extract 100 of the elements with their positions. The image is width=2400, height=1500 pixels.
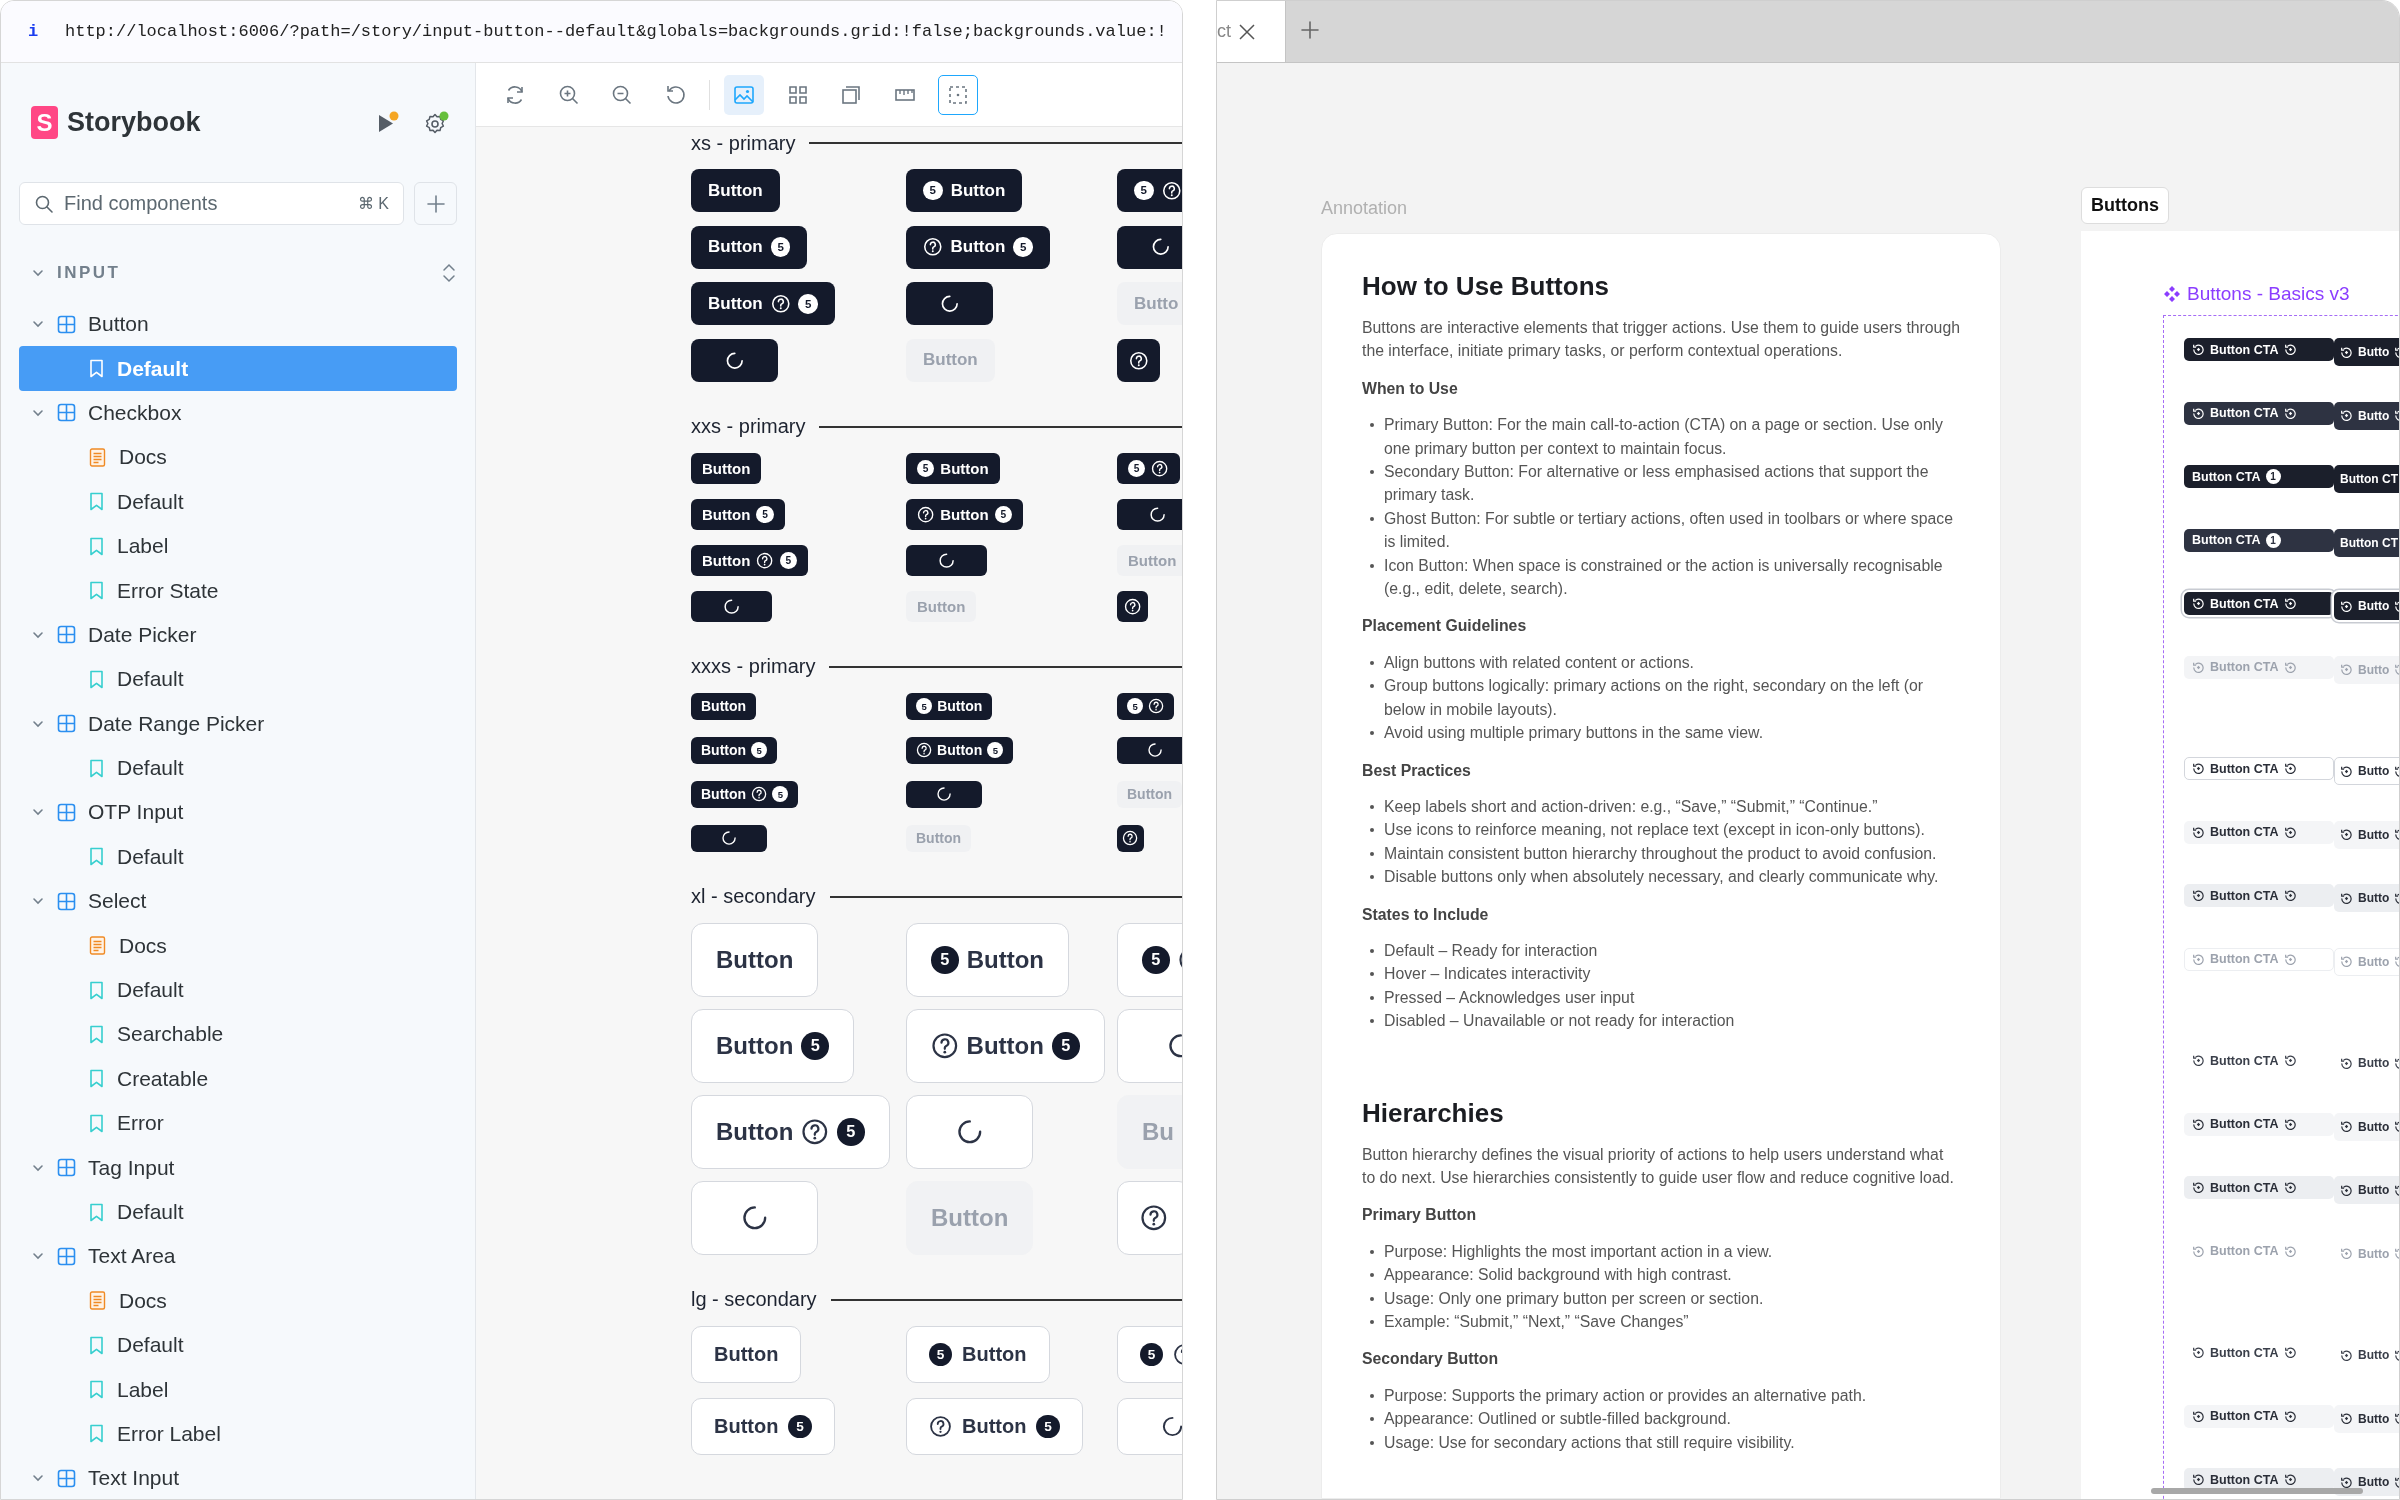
tree-item[interactable]: Default: [19, 1189, 457, 1235]
sample-button[interactable]: Button 5: [906, 1397, 1083, 1455]
cta-button[interactable]: Butto: [2334, 820, 2399, 849]
tree-item[interactable]: Default: [19, 967, 457, 1013]
sample-button[interactable]: Button: [691, 452, 762, 484]
sample-button[interactable]: Button 5: [906, 498, 1023, 530]
frame-label[interactable]: Buttons: [2081, 187, 2169, 224]
tree-item[interactable]: Tag Input: [19, 1145, 457, 1190]
cta-button[interactable]: Button CTA: [2184, 1404, 2334, 1428]
tree-item[interactable]: Default: [19, 1323, 457, 1368]
sample-button[interactable]: Button 5: [691, 498, 785, 530]
cta-button[interactable]: Button CTA: [2184, 338, 2334, 361]
search-field[interactable]: Find components ⌘ K: [19, 182, 404, 225]
sample-button[interactable]: 5 Button: [906, 452, 1000, 484]
tree-item[interactable]: Error: [19, 1101, 457, 1146]
sample-button[interactable]: 5 Button: [906, 922, 1070, 997]
cta-button[interactable]: Button CTA: [2184, 757, 2334, 780]
cta-button[interactable]: Button CTA 1: [2184, 465, 2334, 488]
tree-item[interactable]: Creatable: [19, 1056, 457, 1102]
paragraph: Button hierarchy defines the visual priority of actions to help users understand what to do next. Use hierarchies consistently to guide user flow and reduce cognitive load.: [1362, 1144, 1955, 1188]
tree-item[interactable]: Checkbox: [19, 390, 457, 436]
bullet-item: Avoid using multiple primary buttons in the same view.: [1362, 721, 1960, 745]
sample-button[interactable]: Button: [691, 169, 780, 212]
sample-button[interactable]: 5: [1117, 692, 1175, 720]
bullet-item: Ghost Button: For subtle or tertiary actions, often used in toolbars or where space is limited.: [1362, 506, 1960, 554]
cta-button[interactable]: Button CTA 1: [2184, 528, 2334, 552]
sample-button[interactable]: 5 Button: [906, 169, 1023, 212]
cta-button[interactable]: Butto: [2334, 1404, 2399, 1433]
tree-item[interactable]: Default: [19, 479, 457, 524]
tree-item[interactable]: Docs: [19, 1278, 457, 1323]
tree-item[interactable]: Docs: [19, 435, 457, 480]
sample-button[interactable]: Button: [691, 1325, 802, 1383]
tree-item[interactable]: Default: [19, 834, 457, 880]
count-badge: 5: [929, 1342, 953, 1366]
count-badge: 5: [916, 698, 933, 715]
cta-button[interactable]: Button CTA: [2184, 401, 2334, 425]
tree-item[interactable]: Date Range Picker: [19, 701, 457, 746]
cta-button[interactable]: Button CTA: [2184, 1049, 2334, 1072]
tree-item[interactable]: Select: [19, 879, 457, 924]
sample-button[interactable]: Button 5: [691, 736, 778, 764]
tree-item[interactable]: Date Picker: [19, 612, 457, 658]
sample-button[interactable]: Button 5: [906, 225, 1050, 269]
tree-item[interactable]: Text Input: [19, 1456, 457, 1499]
cta-button[interactable]: Button CTA: [2184, 1341, 2334, 1364]
cta-button[interactable]: Butto: [2334, 1468, 2399, 1496]
count-badge: 5: [772, 786, 789, 803]
sample-button[interactable]: Button 5: [691, 1094, 890, 1169]
cta-button[interactable]: Button CTA: [2184, 820, 2334, 844]
tree-item[interactable]: Searchable: [19, 1012, 457, 1057]
tree-item[interactable]: Docs: [19, 923, 457, 968]
count-badge: 5: [1134, 180, 1154, 201]
tree-item[interactable]: Error Label: [19, 1411, 457, 1457]
tree-item[interactable]: Default: [19, 657, 457, 702]
address-text[interactable]: http://localhost:6006/?path=/story/input-button--default&globals=backgrounds.grid:!false;backgrounds.value:!: [65, 22, 1167, 41]
cta-button[interactable]: Butto: [2334, 401, 2399, 430]
sample-button[interactable]: 5: [1117, 922, 1182, 997]
sample-button[interactable]: Button 5: [691, 1397, 835, 1455]
sample-button[interactable]: Button 5: [691, 1008, 855, 1083]
bullet-item: Disabled – Unavailable or not ready for interaction: [1362, 1009, 1960, 1033]
cta-button[interactable]: Button CTA: [2184, 1112, 2334, 1136]
tree-item[interactable]: Text Area: [19, 1234, 457, 1279]
sample-button[interactable]: Button 5: [691, 282, 835, 326]
sample-button[interactable]: 5: [1117, 169, 1182, 212]
count-badge: 5: [801, 1031, 830, 1060]
cta-button[interactable]: Button CT: [2334, 465, 2399, 493]
cta-button[interactable]: Butto: [2334, 592, 2399, 620]
sample-button[interactable]: 5: [1117, 1325, 1182, 1383]
sample-button[interactable]: Button 5: [906, 1008, 1105, 1083]
sample-button[interactable]: Button 5: [691, 225, 808, 269]
cta-button[interactable]: Butto: [2334, 757, 2399, 785]
subheading: Best Practices: [1362, 760, 1472, 781]
sample-button[interactable]: Button: [691, 922, 819, 997]
sample-button[interactable]: 5 Button: [906, 1325, 1050, 1383]
browser-tab[interactable]: ct: [1217, 1, 1286, 62]
cta-button[interactable]: Butto: [2334, 1176, 2399, 1204]
tree-item[interactable]: Error State: [19, 568, 457, 613]
cta-button[interactable]: Button CTA: [2184, 592, 2334, 615]
cta-button[interactable]: Button CTA: [2184, 884, 2334, 907]
cta-button[interactable]: Button CT: [2334, 528, 2399, 557]
sample-button[interactable]: 5: [1117, 452, 1180, 484]
cta-button[interactable]: Butto: [2334, 884, 2399, 912]
sample-button[interactable]: Button 5: [691, 780, 799, 808]
tree-item[interactable]: Button: [19, 302, 457, 347]
tree-item[interactable]: OTP Input: [19, 790, 457, 835]
sample-button[interactable]: Button: [691, 692, 757, 720]
info-icon[interactable]: i: [1, 22, 65, 41]
sample-button[interactable]: 5 Button: [906, 692, 993, 720]
tree-item[interactable]: Label: [19, 523, 457, 569]
cta-button[interactable]: Butto: [2334, 1341, 2399, 1369]
bullet-item: Pressed – Acknowledges user input: [1362, 985, 1960, 1010]
cta-button[interactable]: Butto: [2334, 1112, 2399, 1141]
tree-item[interactable]: Default: [19, 745, 457, 791]
section-title: lg - secondary: [691, 1288, 817, 1312]
bullet-item: Secondary Button: For alternative or less emphasised actions that support the primary task.: [1362, 460, 1960, 507]
tree-item[interactable]: Label: [19, 1367, 457, 1412]
cta-button[interactable]: Button CTA: [2184, 1176, 2334, 1199]
cta-button[interactable]: Butto: [2334, 338, 2399, 366]
sample-button[interactable]: Button 5: [691, 544, 808, 576]
sample-button[interactable]: Button 5: [906, 736, 1014, 764]
cta-button[interactable]: Butto: [2334, 1049, 2399, 1077]
